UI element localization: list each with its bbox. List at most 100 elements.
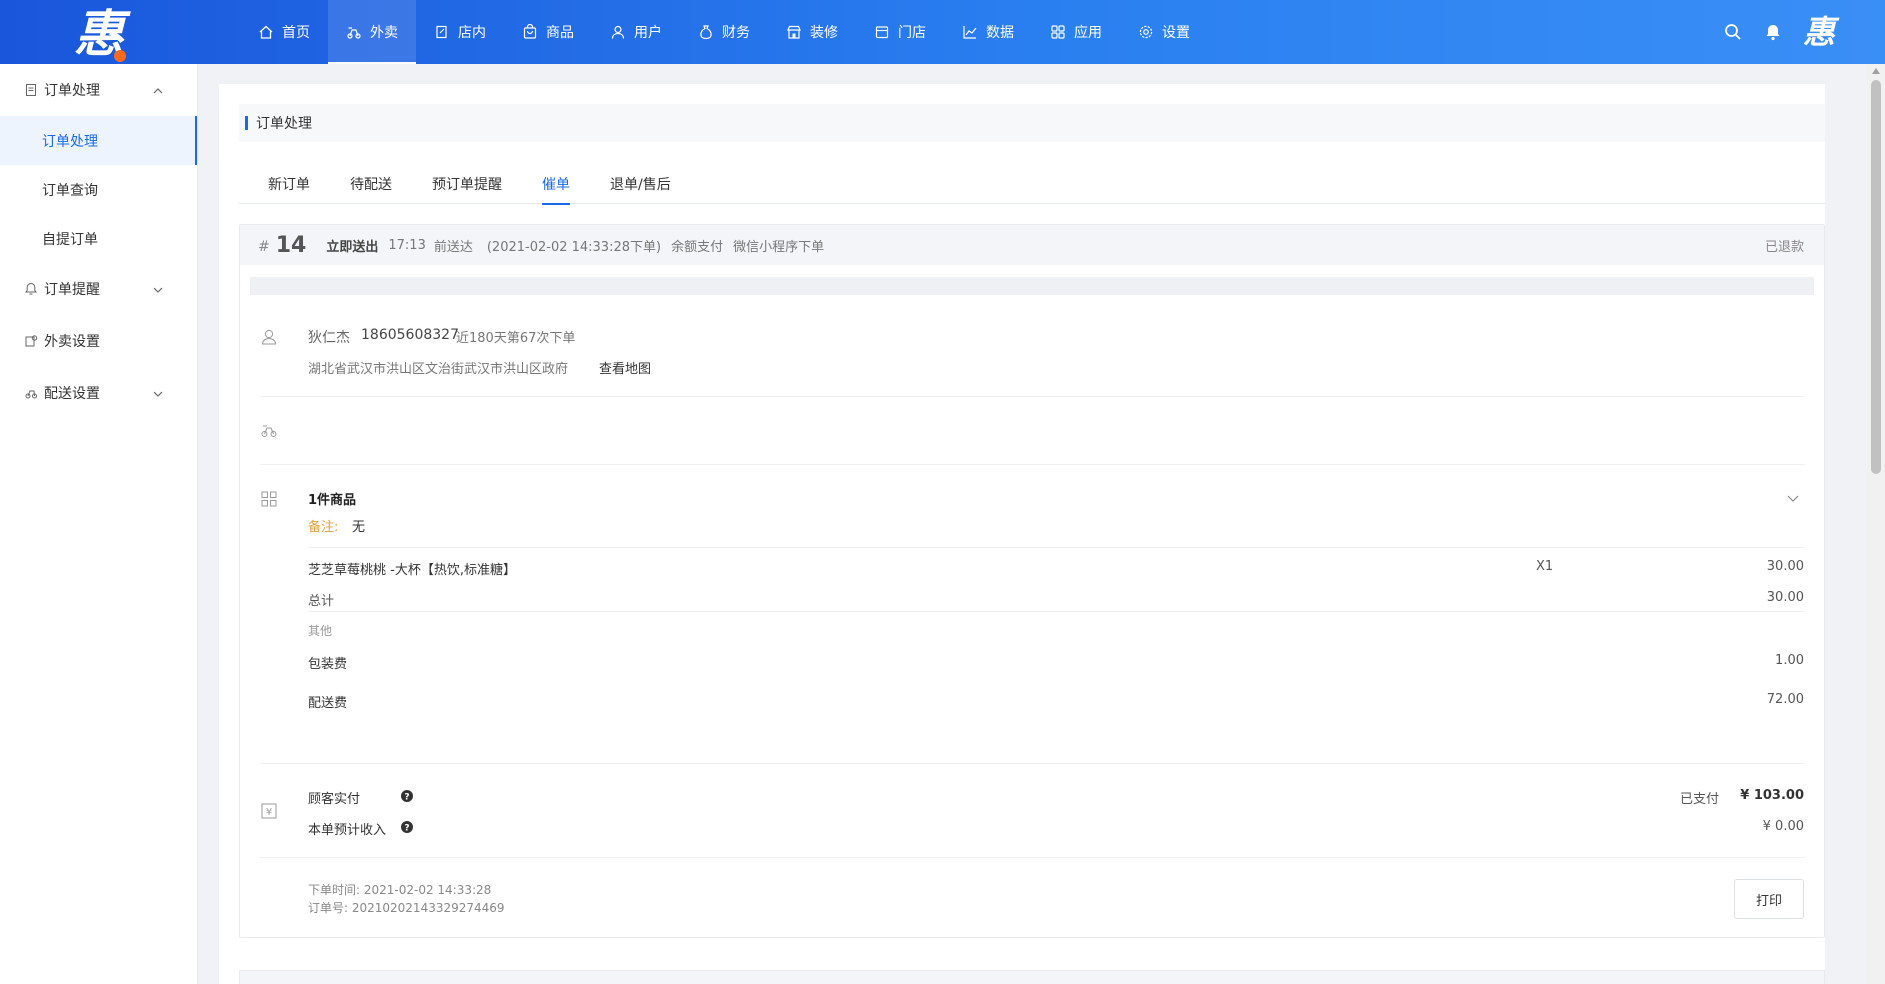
nav-item-label: 财务: [722, 25, 750, 41]
divider: [260, 464, 1805, 465]
paid-status: 已支付: [1679, 792, 1719, 807]
main-nav: 首页 外卖 店内 商品 用户 财务 装修 门店 数据 应用 设置: [240, 0, 1208, 64]
dispatch-icon: [24, 386, 38, 400]
remark-value: 无: [352, 520, 366, 535]
tab-new-orders[interactable]: 新订单: [268, 166, 310, 204]
chart-icon: [962, 24, 978, 40]
nav-item-label: 门店: [898, 25, 926, 41]
order-hash: #: [258, 239, 270, 255]
item-qty: X1: [1536, 559, 1554, 574]
document-icon: [24, 83, 38, 97]
nav-item-10[interactable]: 设置: [1120, 0, 1208, 64]
items-count: 1件商品: [308, 493, 357, 508]
apps-icon: [1050, 24, 1066, 40]
help-icon[interactable]: ?: [400, 789, 414, 803]
order-time: 下单时间: 2021-02-02 14:33:28: [308, 883, 492, 897]
rider-icon: [260, 421, 278, 439]
sidebar-group-label: 外卖设置: [44, 334, 100, 350]
print-button[interactable]: 打印: [1734, 879, 1804, 919]
sidebar-item-order-query[interactable]: 订单查询: [0, 165, 197, 214]
order-card-header: # 14 立即送出 17:13 前送达 (2021-02-02 14:33:28…: [240, 225, 1824, 265]
chevron-up-icon: [153, 84, 163, 94]
shipping-fee-label: 配送费: [308, 696, 348, 711]
nav-item-label: 首页: [282, 25, 310, 41]
nav-item-8[interactable]: 数据: [944, 0, 1032, 64]
order-source: 微信小程序下单: [733, 239, 825, 255]
nav-item-6[interactable]: 装修: [768, 0, 856, 64]
brand-logo[interactable]: 惠: [70, 6, 128, 62]
user-icon: [610, 24, 626, 40]
nav-item-label: 商品: [546, 25, 574, 41]
order-number: 14: [275, 232, 307, 258]
divider: [260, 396, 1805, 397]
scrollbar[interactable]: [1867, 64, 1885, 984]
order-tabs: 新订单 待配送 预订单提醒 催单 退单/售后: [239, 166, 1825, 205]
shipping-fee-value: 72.00: [1766, 692, 1804, 707]
view-map-link[interactable]: 查看地图: [599, 358, 651, 377]
nav-item-label: 外卖: [370, 25, 398, 41]
tab-urge-orders[interactable]: 催单: [542, 166, 570, 205]
nav-item-3[interactable]: 商品: [504, 0, 592, 64]
nav-item-5[interactable]: 财务: [680, 0, 768, 64]
help-icon[interactable]: ?: [400, 820, 414, 834]
packing-fee-label: 包装费: [308, 657, 348, 672]
sidebar-group-dispatch-settings[interactable]: 配送设置: [0, 367, 197, 419]
logo-dot: [114, 50, 126, 62]
income-label: 本单预计收入: [308, 823, 387, 838]
packing-fee-value: 1.00: [1775, 653, 1804, 668]
nav-item-label: 用户: [634, 25, 662, 41]
nav-item-4[interactable]: 用户: [592, 0, 680, 64]
shop-icon: [786, 24, 802, 40]
order-card: # 14 立即送出 17:13 前送达 (2021-02-02 14:33:28…: [239, 224, 1825, 938]
status-badge: 已退款: [1764, 239, 1804, 255]
sidebar-item-label: 订单查询: [42, 182, 98, 199]
edit-icon: [434, 24, 450, 40]
gear-icon: [1138, 24, 1154, 40]
avatar[interactable]: 惠: [1803, 12, 1835, 52]
tab-preorder-reminder[interactable]: 预订单提醒: [432, 166, 502, 204]
total-label: 总计: [308, 594, 335, 609]
sidebar-group-order-reminder[interactable]: 订单提醒: [0, 263, 197, 315]
tab-refund-aftersale[interactable]: 退单/售后: [610, 166, 671, 204]
scrollbar-thumb[interactable]: [1871, 80, 1881, 474]
store-icon: [874, 24, 890, 40]
bell-icon[interactable]: [1763, 22, 1783, 42]
sidebar-item-label: 自提订单: [42, 231, 98, 248]
svg-text:¥: ¥: [266, 807, 272, 818]
page-header: 订单处理: [239, 104, 1825, 142]
money-bag-icon: [698, 24, 714, 40]
main-content: 订单处理 新订单 待配送 预订单提醒 催单 退单/售后 # 14 立即送出 17…: [219, 84, 1825, 984]
sidebar-group-delivery-settings[interactable]: 外卖设置: [0, 315, 197, 367]
scroll-up-arrow[interactable]: [1872, 68, 1880, 74]
svg-text:?: ?: [404, 793, 409, 803]
chevron-down-icon[interactable]: [1786, 491, 1800, 505]
divider: [308, 547, 1805, 548]
nav-item-7[interactable]: 门店: [856, 0, 944, 64]
order-number-text: 订单号: 20210202143329274469: [308, 901, 505, 915]
income-amount: ¥ 0.00: [1762, 819, 1804, 834]
paid-label: 顾客实付: [308, 792, 361, 807]
nav-item-2[interactable]: 店内: [416, 0, 504, 64]
nav-item-0[interactable]: 首页: [240, 0, 328, 64]
tab-pending-delivery[interactable]: 待配送: [350, 166, 392, 204]
sidebar-item-pickup-orders[interactable]: 自提订单: [0, 214, 197, 263]
progress-strip: [250, 277, 1814, 295]
sidebar: 订单处理 订单处理 订单查询 自提订单 订单提醒 外卖设置 配送设置: [0, 64, 198, 984]
top-navbar: 惠 首页 外卖 店内 商品 用户 财务 装修 门店 数据 应用 设置 惠: [0, 0, 1885, 64]
search-icon[interactable]: [1723, 22, 1743, 42]
svg-text:?: ?: [404, 824, 409, 834]
total-value: 30.00: [1766, 590, 1804, 605]
sidebar-group-label: 订单处理: [44, 83, 100, 99]
home-icon: [258, 24, 274, 40]
grid-icon: [260, 490, 278, 508]
bell-outline-icon: [24, 282, 38, 296]
nav-item-9[interactable]: 应用: [1032, 0, 1120, 64]
nav-item-label: 装修: [810, 25, 838, 41]
chevron-down-icon: [153, 283, 163, 293]
other-label: 其他: [308, 624, 333, 638]
placed-time: (2021-02-02 14:33:28下单): [486, 239, 662, 255]
nav-item-1[interactable]: 外卖: [328, 0, 416, 64]
sidebar-item-order-processing[interactable]: 订单处理: [0, 116, 197, 165]
sidebar-group-order-processing[interactable]: 订单处理: [0, 64, 197, 116]
next-order-card: [239, 970, 1825, 984]
